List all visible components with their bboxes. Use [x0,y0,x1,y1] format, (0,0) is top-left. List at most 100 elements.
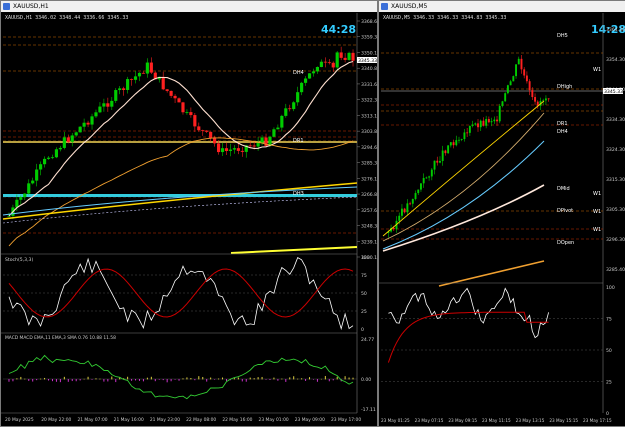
macd-histogram-bar [214,379,216,380]
price-axis-label: 3350.10 [361,50,377,56]
candle-body [463,132,466,140]
macd-histogram-bar [79,379,81,381]
candle-body [311,71,316,74]
candle-body [343,57,347,60]
macd-histogram-bar [44,377,46,380]
price-axis-label: 3340.85 [361,66,377,72]
candle-body [205,130,209,132]
stoch-level-label: 100 [361,255,370,261]
candle-body [422,178,425,184]
candle-body [173,95,177,99]
candle-body [122,88,126,90]
macd-histogram-bar [115,379,117,383]
macd-histogram-bar [174,379,176,380]
macd-histogram-bar [59,379,61,383]
candle-body [288,108,292,110]
macd-histogram-bar [71,379,73,382]
time-axis-label: 23 May 11:15 [482,418,511,423]
candle-body [201,130,205,131]
macd-level-label: 0.00 [361,377,371,383]
macd-histogram-bar [131,379,133,381]
macd-histogram-bar [309,377,311,380]
macd-level-label: -17.11 [361,407,376,413]
chart-window-m5[interactable]: XAUUSD,M5 XAUUSD,M5 3346.33 3346.33 3344… [378,0,625,427]
candle-body [35,169,39,181]
candle-body [477,123,479,128]
macd-histogram-bar [265,379,267,380]
price-axis-label: 3296.30 [606,237,625,243]
chart-window-h1[interactable]: XAUUSD,H1 XAUUSD,H1 3346.02 3348.44 3336… [0,0,378,427]
candle-body [460,139,463,140]
current-price-label: 3345.33 [358,58,377,64]
price-axis-label: 3331.60 [361,82,377,88]
macd-histogram-bar [190,378,192,380]
candle-body [411,199,414,204]
macd-histogram-bar [332,379,334,381]
candle-body [493,119,496,122]
macd-histogram-bar [301,378,303,380]
macd-histogram-bar [75,379,77,382]
macd-histogram-bar [222,377,224,380]
zone-label-w1: W1 [593,191,601,197]
macd-histogram-bar [210,377,212,380]
macd-histogram-bar [257,377,259,380]
macd-histogram-bar [135,379,137,381]
pivot-zone-band [3,141,357,143]
candle-body [509,81,512,86]
price-axis-label: 3285.35 [361,161,377,167]
zone-label-w1: W1 [593,227,601,233]
time-axis-label: 23 May 01:25 [381,418,410,423]
candle-body [398,215,401,221]
candle-body [296,92,300,103]
macd-histogram-bar [277,379,279,381]
price-axis-label: 3364.30 [606,27,625,33]
macd-histogram-bar [127,376,129,380]
moving-average-fast [382,100,545,237]
zone-label-dhigh: DHigh [557,84,572,90]
candle-body [531,90,534,98]
macd-level-label: 24.77 [361,337,374,343]
macd-histogram-bar [241,379,243,382]
price-axis-label: 3276.10 [361,176,377,182]
candle-body [110,100,114,107]
candle-body [7,215,11,217]
moving-average-blue [382,140,545,250]
candle-body [504,93,507,102]
macd-histogram-bar [154,379,156,382]
macd-histogram-bar [162,379,164,381]
candle-body [447,145,450,154]
main-price-chart[interactable]: 3364.303354.303344.303334.303324.303315.… [379,1,625,426]
candle-body [351,52,355,61]
candle-body [528,81,531,91]
candle-body [133,76,138,80]
candle-body [260,137,264,143]
macd-histogram-bar [348,377,350,380]
candle-body [392,227,395,230]
candle-body [417,189,420,194]
stoch-level-label: 0 [361,327,364,333]
candle-body [46,157,51,159]
main-price-chart[interactable]: 3368.60 3359.35 3350.10 3340.85 3331.60 3322.… [1,1,377,426]
candle-body [232,148,236,150]
macd-histogram-bar [91,379,93,380]
macd-histogram-bar [95,378,97,380]
candle-body [428,176,431,178]
candle-body [300,82,304,93]
trend-line [230,246,358,254]
candle-body [441,150,444,161]
current-price-label: 3345.33 [604,89,623,95]
candle-body [406,203,409,213]
candle-body [482,120,485,126]
macd-histogram-bar [253,378,255,380]
candle-body [224,148,229,151]
candle-body [213,138,217,144]
candle-body [436,160,439,163]
macd-histogram-bar [170,379,172,382]
candle-body [86,122,90,125]
candle-body [468,125,471,133]
candle-body [303,78,308,83]
candle-body [339,52,343,58]
candle-body [307,73,312,79]
candle-body [319,61,323,68]
macd-histogram-bar [293,376,295,380]
